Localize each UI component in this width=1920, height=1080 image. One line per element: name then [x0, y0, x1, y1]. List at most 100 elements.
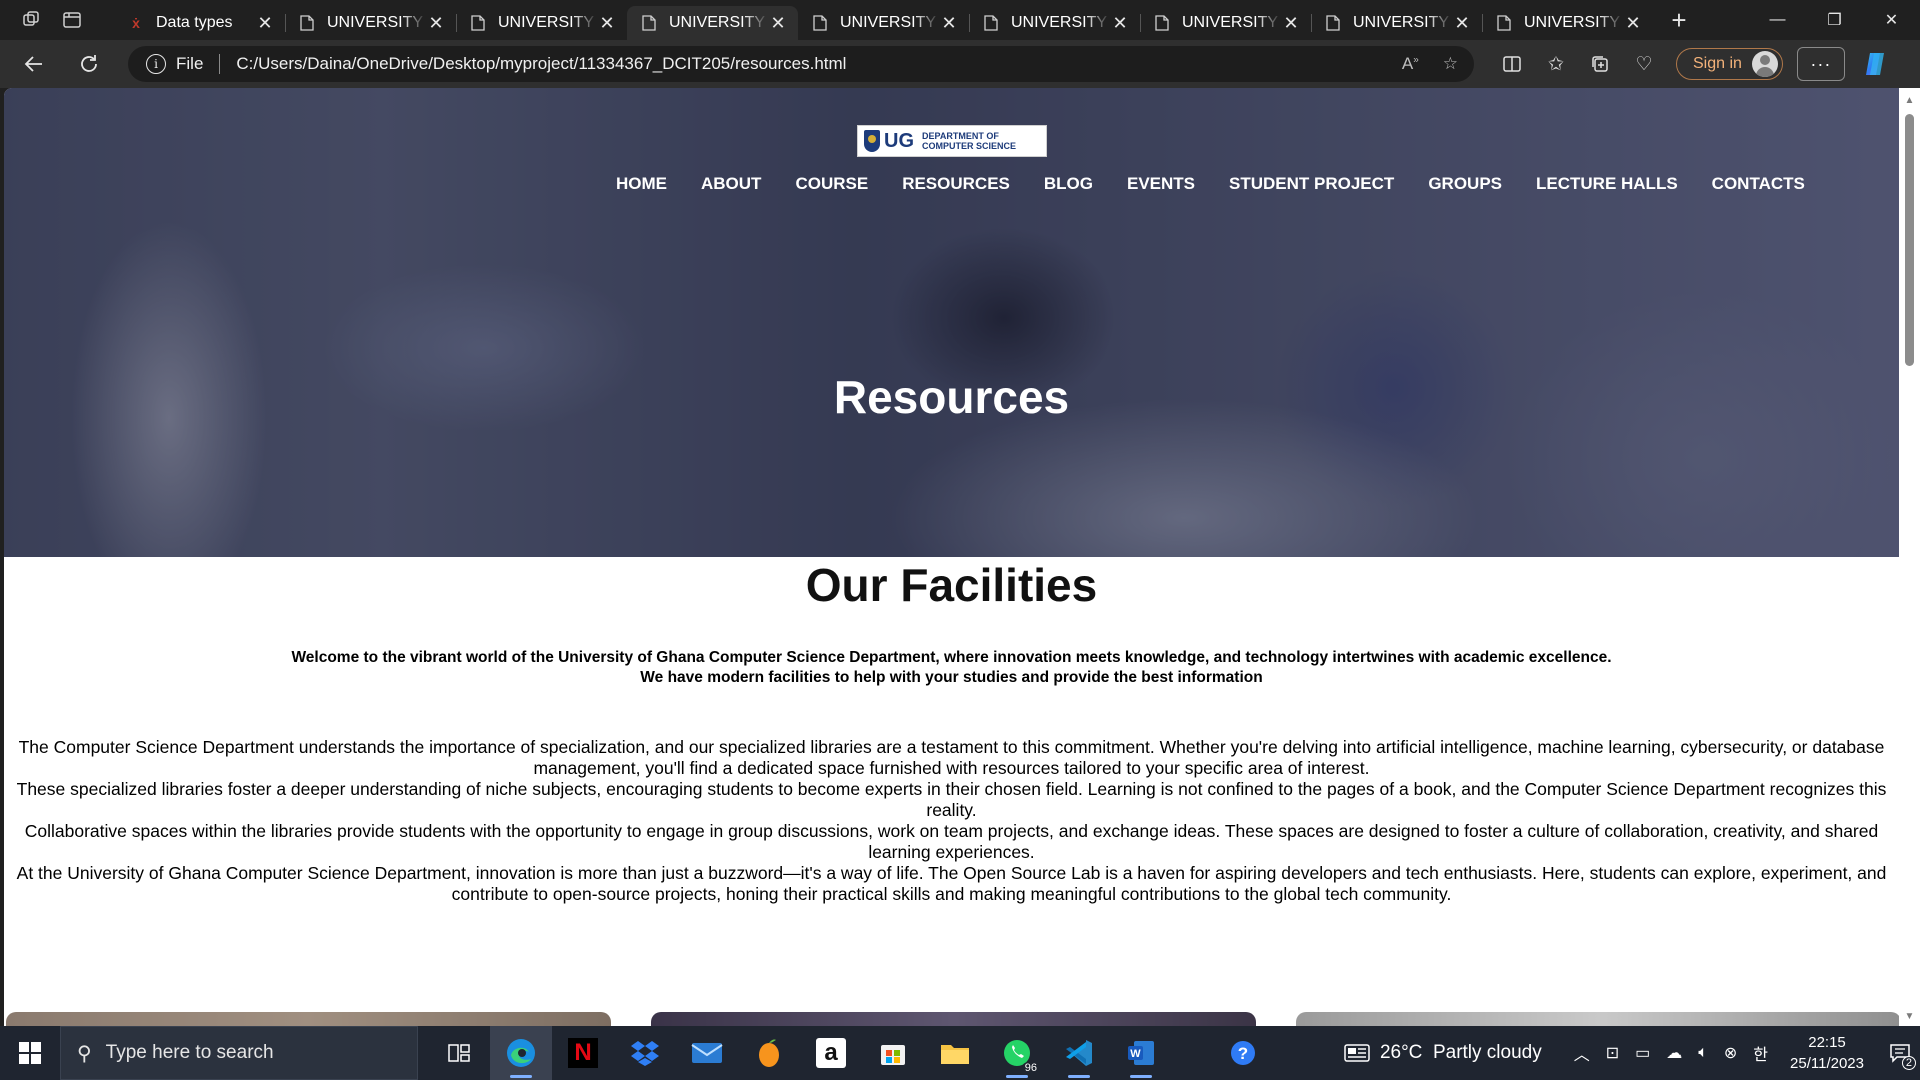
taskbar-netflix-icon[interactable]: N: [552, 1026, 614, 1080]
nav-link-resources[interactable]: RESOURCES: [902, 174, 1010, 194]
taskbar-search-box[interactable]: ⚲ Type here to search: [60, 1026, 418, 1080]
taskbar-mail-icon[interactable]: [676, 1026, 738, 1080]
tab-close-icon[interactable]: ✕: [768, 13, 788, 34]
restore-button[interactable]: ❐: [1806, 0, 1863, 40]
scrollbar-thumb[interactable]: [1905, 114, 1914, 366]
paragraph-1: The Computer Science Department understa…: [18, 737, 1885, 778]
taskbar-file-explorer-icon[interactable]: [924, 1026, 986, 1080]
hero-overlay: [4, 88, 1899, 557]
nav-link-about[interactable]: ABOUT: [701, 174, 761, 194]
minimize-button[interactable]: —: [1749, 0, 1806, 40]
browser-tab[interactable]: UNIVERSITY OF GHANA✕: [798, 6, 969, 40]
scroll-up-arrow-icon[interactable]: ▲: [1899, 92, 1920, 108]
nav-link-lecture-halls[interactable]: LECTURE HALLS: [1536, 174, 1678, 194]
input-method-icon[interactable]: 한: [1753, 1041, 1768, 1065]
settings-more-button[interactable]: ···: [1796, 47, 1845, 81]
windows-taskbar: ⚲ Type here to search Na 96 W? 26°C Partly…: [0, 1026, 1920, 1080]
unread-count-badge: 96: [1021, 1062, 1040, 1074]
browser-toolbar: i File C:/Users/Daina/OneDrive/Desktop/m…: [0, 40, 1920, 88]
browser-essentials-icon[interactable]: ♡: [1622, 44, 1666, 84]
svg-text:W: W: [1130, 1048, 1141, 1060]
back-button[interactable]: [14, 44, 54, 84]
tab-close-icon[interactable]: ✕: [597, 13, 617, 34]
tab-close-icon[interactable]: ✕: [426, 13, 446, 34]
info-icon[interactable]: i: [146, 54, 166, 74]
browser-tab[interactable]: UNIVERSITY OF GHANA✕: [456, 6, 627, 40]
tab-close-icon[interactable]: ✕: [1452, 13, 1472, 34]
favorite-star-icon[interactable]: ☆: [1443, 54, 1458, 74]
taskbar-whatsapp-icon[interactable]: 96: [986, 1026, 1048, 1080]
favorites-icon[interactable]: ✩: [1534, 44, 1578, 84]
tab-close-icon[interactable]: ✕: [939, 13, 959, 34]
nav-link-student-project[interactable]: STUDENT PROJECT: [1229, 174, 1394, 194]
paragraph-2: These specialized libraries foster a dee…: [16, 779, 1887, 820]
tab-close-icon[interactable]: ✕: [1110, 13, 1130, 34]
taskbar-dropbox-icon[interactable]: [614, 1026, 676, 1080]
taskbar-search-placeholder: Type here to search: [105, 1042, 274, 1063]
show-hidden-icons-chevron-icon[interactable]: ︿: [1574, 1041, 1590, 1065]
nav-link-events[interactable]: EVENTS: [1127, 174, 1195, 194]
department-logo[interactable]: UG DEPARTMENT OF COMPUTER SCIENCE: [857, 125, 1047, 157]
nav-link-course[interactable]: COURSE: [795, 174, 868, 194]
page-scrollbar[interactable]: ▲ ▼: [1899, 88, 1920, 1026]
onedrive-cloud-icon[interactable]: ☁: [1666, 1043, 1682, 1063]
facility-card-image[interactable]: [6, 1012, 611, 1026]
nav-link-groups[interactable]: GROUPS: [1428, 174, 1502, 194]
tab-close-icon[interactable]: ✕: [1281, 13, 1301, 34]
browser-tab[interactable]: UNIVERSITY OF GHANA✕: [285, 6, 456, 40]
taskbar-help-icon[interactable]: ?: [1212, 1026, 1274, 1080]
workspaces-icon[interactable]: [12, 0, 52, 40]
nav-link-blog[interactable]: BLOG: [1044, 174, 1093, 194]
search-icon: ⚲: [77, 1042, 92, 1065]
browser-tab[interactable]: UNIVERSITY OF GHANA✕: [969, 6, 1140, 40]
read-aloud-icon[interactable]: A»: [1402, 54, 1419, 74]
network-disconnected-icon[interactable]: ⊗: [1724, 1043, 1737, 1063]
clock-time: 22:15: [1808, 1034, 1846, 1051]
browser-tab[interactable]: UNIVERSITY OF GHANA✕: [1482, 6, 1653, 40]
scroll-down-arrow-icon[interactable]: ▼: [1899, 1008, 1920, 1024]
battery-icon[interactable]: ▭: [1635, 1043, 1650, 1063]
page-viewport: UG DEPARTMENT OF COMPUTER SCIENCE HOME AB…: [4, 88, 1899, 1026]
nav-link-contacts[interactable]: CONTACTS: [1712, 174, 1805, 194]
logo-line-1: DEPARTMENT OF: [922, 131, 999, 141]
facilities-description: The Computer Science Department understa…: [16, 737, 1887, 905]
facility-cards: [6, 1012, 1899, 1026]
close-window-button[interactable]: ✕: [1863, 0, 1920, 40]
browser-tab[interactable]: ẋ Data types ✕: [114, 6, 285, 40]
logo-ug-text: UG: [884, 129, 914, 152]
new-tab-button[interactable]: +: [1659, 0, 1699, 40]
notification-center-button[interactable]: 2: [1880, 1026, 1920, 1080]
tab-close-icon[interactable]: ✕: [255, 13, 275, 34]
taskbar-word-icon[interactable]: W: [1110, 1026, 1172, 1080]
collections-icon[interactable]: [1578, 44, 1622, 84]
weather-widget[interactable]: 26°C Partly cloudy: [1344, 1042, 1542, 1064]
url-text[interactable]: C:/Users/Daina/OneDrive/Desktop/myprojec…: [236, 54, 846, 74]
sign-in-button[interactable]: Sign in: [1676, 48, 1783, 80]
tab-close-icon[interactable]: ✕: [1623, 13, 1643, 34]
volume-icon[interactable]: 🔈︎: [1698, 1044, 1708, 1062]
browser-tab[interactable]: UNIVERSITY OF GHANA✕: [1140, 6, 1311, 40]
reload-button[interactable]: [69, 44, 109, 84]
tab-title: UNIVERSITY OF GHANA: [840, 14, 939, 31]
split-screen-icon[interactable]: [1490, 44, 1534, 84]
facility-card-image[interactable]: [651, 1012, 1256, 1026]
taskbar-fl-studio-icon[interactable]: [738, 1026, 800, 1080]
browser-tab[interactable]: UNIVERSITY OF GHANA✕: [627, 6, 798, 40]
browser-tab[interactable]: UNIVERSITY OF GHANA✕: [1311, 6, 1482, 40]
taskbar-microsoft-store-icon[interactable]: [862, 1026, 924, 1080]
section-title: Our Facilities: [805, 559, 1098, 611]
taskbar-vscode-icon[interactable]: [1048, 1026, 1110, 1080]
hero-title: Resources: [833, 371, 1070, 423]
nav-link-home[interactable]: HOME: [616, 174, 667, 194]
notification-count-badge: 2: [1901, 1056, 1916, 1070]
taskbar-task-view-icon[interactable]: [428, 1026, 490, 1080]
tab-actions-icon[interactable]: [52, 0, 92, 40]
taskbar-edge-icon[interactable]: [490, 1026, 552, 1080]
taskbar-amazon-icon[interactable]: a: [800, 1026, 862, 1080]
facility-card-image[interactable]: [1296, 1012, 1899, 1026]
clock[interactable]: 22:15 25/11/2023: [1790, 1032, 1864, 1074]
address-bar[interactable]: i File C:/Users/Daina/OneDrive/Desktop/m…: [128, 46, 1474, 82]
copilot-icon[interactable]: [1855, 44, 1895, 84]
meet-now-icon[interactable]: ⊡: [1606, 1043, 1619, 1063]
start-button[interactable]: [0, 1026, 60, 1080]
